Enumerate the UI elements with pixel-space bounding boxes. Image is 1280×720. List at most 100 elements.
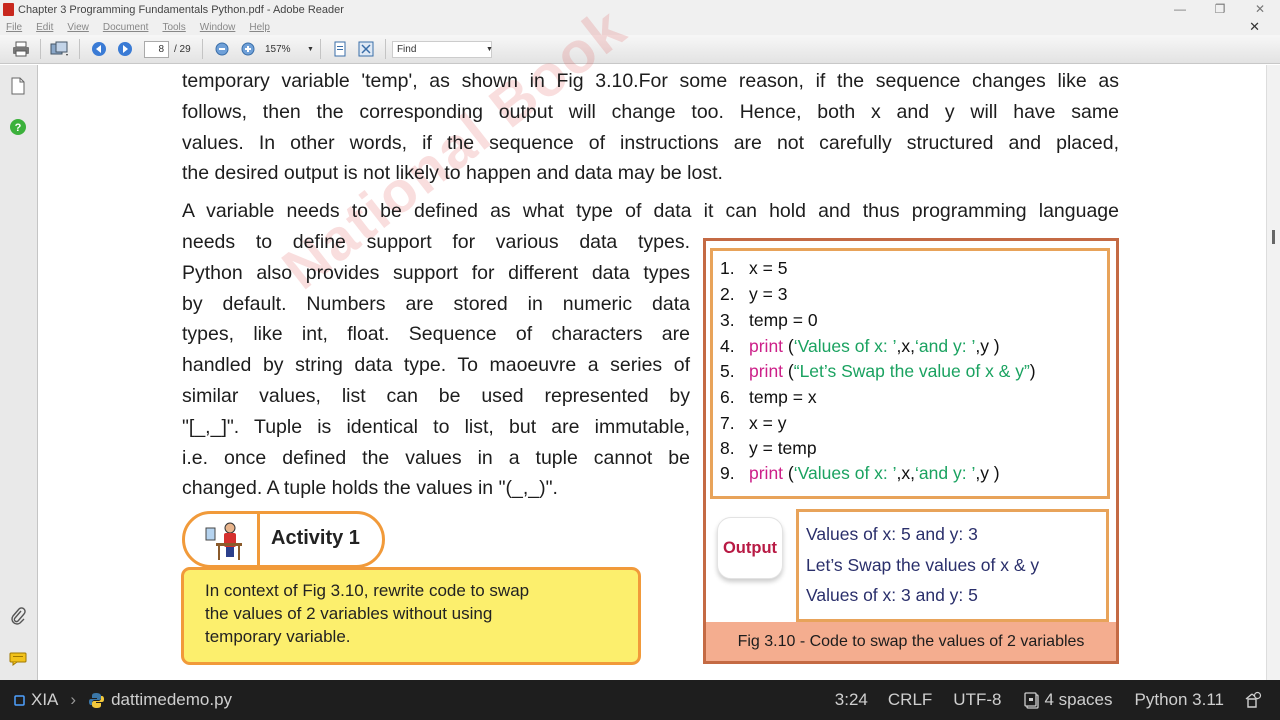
- text-line: "[_,_]". Tuple is identical to list, but…: [182, 415, 690, 438]
- figure-caption: Fig 3.10 - Code to swap the values of 2 …: [706, 622, 1116, 661]
- student-at-desk-icon: [202, 518, 246, 562]
- toolbar-separator: [40, 39, 41, 59]
- python-icon: [89, 692, 105, 708]
- next-page-icon[interactable]: [115, 39, 135, 59]
- feedback-icon[interactable]: [1244, 691, 1262, 709]
- code-line: 1. x = 5: [720, 258, 787, 279]
- zoom-out-icon[interactable]: [212, 39, 232, 59]
- attachment-icon[interactable]: [9, 607, 27, 625]
- svg-text:?: ?: [15, 122, 22, 134]
- find-dropdown-icon[interactable]: ▼: [486, 46, 493, 53]
- text-line: handled by string data type. To maoeuvre…: [182, 354, 690, 377]
- text-line: the desired output is not likely to happ…: [182, 162, 723, 185]
- code-text: temp = x: [749, 387, 817, 407]
- zoom-dropdown-icon[interactable]: ▼: [307, 46, 314, 53]
- line-number: 3.: [720, 310, 735, 330]
- status-bar: XIA › dattimedemo.py 3:24 CRLF UTF-8 4 s…: [0, 680, 1280, 720]
- language-mode[interactable]: Python 3.11: [1135, 690, 1224, 710]
- output-line: Values of x: 5 and y: 3: [806, 524, 978, 544]
- output-label: Output: [722, 538, 778, 557]
- menu-tools[interactable]: Tools: [162, 22, 185, 33]
- toolbar-separator: [319, 39, 321, 59]
- menu-document[interactable]: Document: [103, 22, 149, 33]
- comments-icon[interactable]: [9, 650, 27, 668]
- menu-window[interactable]: Window: [200, 22, 236, 33]
- code-string: ‘Values of x: ’: [793, 336, 897, 356]
- code-line: 4. print (‘Values of x: ’,x,‘and y: ’,y ): [720, 336, 1000, 357]
- line-ending[interactable]: CRLF: [888, 690, 932, 710]
- menu-bar: File Edit View Document Tools Window Hel…: [0, 19, 1280, 35]
- code-line: 7. x = y: [720, 413, 786, 434]
- output-line: Values of x: 3 and y: 5: [806, 585, 978, 605]
- line-number: 7.: [720, 413, 735, 433]
- page-number-input[interactable]: 8: [144, 40, 169, 58]
- code-string: ‘and y: ’: [915, 463, 976, 483]
- activity-divider: [257, 514, 260, 565]
- text-line: changed. A tuple holds the values in "(_…: [182, 477, 558, 500]
- toolbar-separator: [384, 39, 386, 59]
- line-number: 9.: [720, 463, 735, 483]
- find-input[interactable]: Find: [391, 40, 492, 58]
- code-line: 8. y = temp: [720, 438, 817, 459]
- vertical-scrollbar[interactable]: [1266, 65, 1280, 680]
- code-text: (: [783, 463, 794, 483]
- window-controls: — ❐ ✕: [1160, 0, 1280, 19]
- fullscreen-icon[interactable]: [356, 39, 376, 59]
- toolbar-separator: [202, 39, 203, 59]
- code-string: ‘and y: ’: [915, 336, 976, 356]
- activity-title: Activity 1: [271, 527, 360, 549]
- paragraph-1: temporary variable 'temp', as shown in F…: [182, 66, 1119, 189]
- menu-view[interactable]: View: [67, 22, 89, 33]
- collaborate-icon[interactable]: [50, 39, 70, 59]
- indentation-label: 4 spaces: [1044, 690, 1113, 709]
- close-button[interactable]: ✕: [1240, 0, 1280, 19]
- text-line: values. In other words, if the sequence …: [182, 131, 1119, 154]
- line-number: 1.: [720, 258, 735, 278]
- document-close-icon[interactable]: ✕: [1249, 19, 1260, 35]
- text-line: by default. Numbers are stored in numeri…: [182, 292, 690, 315]
- zoom-level[interactable]: 157%: [261, 41, 307, 58]
- scrollbar-thumb[interactable]: [1272, 230, 1275, 244]
- code-line: 6. temp = x: [720, 387, 817, 408]
- activity-text-line: the values of 2 variables without using: [205, 604, 493, 623]
- help-icon[interactable]: ?: [9, 118, 27, 136]
- activity-text-line: temporary variable.: [205, 627, 351, 646]
- code-line: 5. print (“Let’s Swap the value of x & y”…: [720, 361, 1036, 382]
- code-text: ,y ): [975, 463, 1000, 483]
- previous-page-icon[interactable]: [89, 39, 109, 59]
- toolbar: 8 / 29 157% ▼ Find ▼: [0, 35, 1280, 64]
- remote-window-icon: [14, 694, 25, 706]
- print-icon[interactable]: [11, 39, 31, 59]
- menu-edit[interactable]: Edit: [36, 22, 53, 33]
- code-text: ,y ): [975, 336, 1000, 356]
- activity-text-line: In context of Fig 3.10, rewrite code to …: [205, 581, 530, 600]
- indentation[interactable]: 4 spaces: [1024, 690, 1113, 710]
- code-string: “Let’s Swap the value of x & y”: [793, 361, 1030, 381]
- line-number: 6.: [720, 387, 735, 407]
- minimize-button[interactable]: —: [1160, 0, 1200, 19]
- toolbar-separator: [79, 39, 80, 59]
- navigation-rail: ?: [0, 65, 38, 680]
- menu-help[interactable]: Help: [249, 22, 270, 33]
- fit-page-icon[interactable]: [330, 39, 350, 59]
- code-text: x = y: [749, 413, 787, 433]
- remote-label: XIA: [31, 690, 59, 709]
- code-text: temp = 0: [749, 310, 818, 330]
- code-text: x = 5: [749, 258, 788, 278]
- remote-indicator[interactable]: XIA: [14, 690, 58, 710]
- text-line: types, like int, float. Sequence of char…: [182, 323, 690, 346]
- code-line: 9. print (‘Values of x: ’,x,‘and y: ’,y ): [720, 463, 1000, 484]
- menu-file[interactable]: File: [6, 22, 22, 33]
- pdf-icon: [3, 3, 14, 16]
- file-indicator[interactable]: dattimedemo.py: [88, 690, 232, 710]
- page-total: / 29: [174, 43, 191, 55]
- code-text: ,x,: [896, 336, 916, 356]
- pages-panel-icon[interactable]: [9, 77, 27, 95]
- encoding[interactable]: UTF-8: [953, 690, 1001, 710]
- text-line: i.e. once defined the values in a tuple …: [182, 446, 690, 469]
- code-string: ‘Values of x: ’: [793, 463, 897, 483]
- zoom-in-icon[interactable]: [238, 39, 258, 59]
- restore-button[interactable]: ❐: [1200, 0, 1240, 19]
- cursor-position[interactable]: 3:24: [835, 690, 868, 710]
- text-line: temporary variable 'temp', as shown in F…: [182, 70, 1119, 92]
